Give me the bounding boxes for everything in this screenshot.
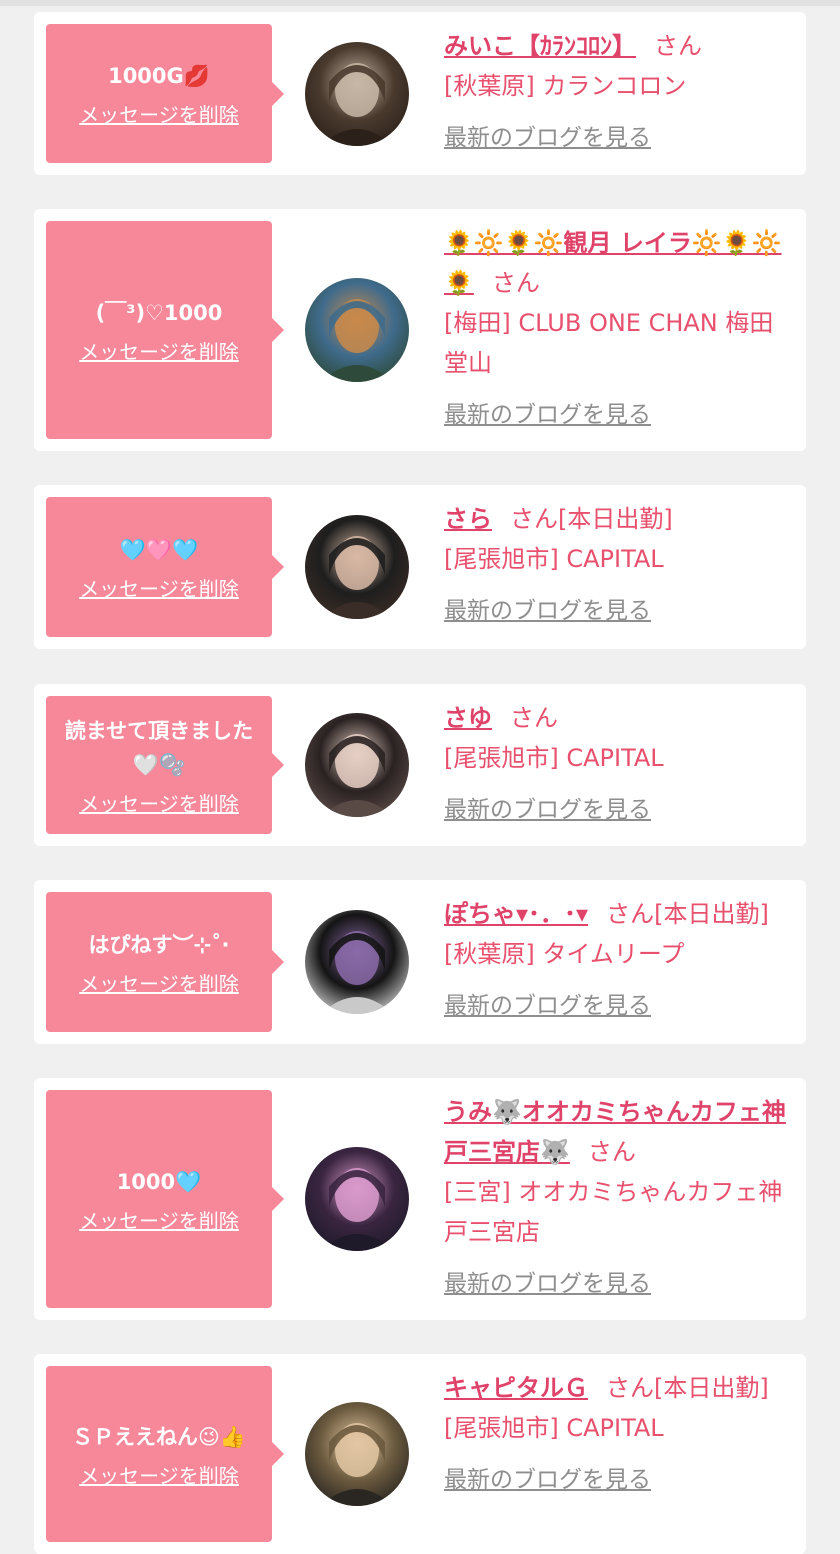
message-bubble: はぴねす︶⊹˚· メッセージを削除 — [46, 892, 284, 1032]
avatar-image — [305, 910, 409, 1014]
honorific: さん — [587, 1138, 636, 1166]
message-text: 🩵🩷🩵 — [119, 537, 199, 562]
delete-message-link[interactable]: メッセージを削除 — [79, 336, 239, 365]
shop-name: [三宮] オオカミちゃんカフェ神戸三宮店 — [444, 1178, 783, 1246]
message-card: 1000🩵 メッセージを削除 うみ🐺オオカミちゃんカフェ神戸三宮店🐺 さん [三… — [34, 1078, 806, 1320]
shop-name: [尾張旭市] CAPITAL — [444, 1414, 664, 1442]
avatar-image — [305, 1402, 409, 1506]
latest-blog-link[interactable]: 最新のブログを見る — [444, 395, 796, 435]
message-bubble: ＳＰええねん😉👍 メッセージを削除 — [46, 1366, 284, 1542]
top-bar — [0, 0, 840, 6]
shop-name: [梅田] CLUB ONE CHAN 梅田堂山 — [444, 309, 774, 377]
delete-message-link[interactable]: メッセージを削除 — [79, 1460, 239, 1489]
cast-info: ぽちゃ▾･．･▾ さん[本日出勤] [秋葉原] タイムリープ 最新のブログを見る — [444, 894, 796, 1026]
avatar[interactable] — [305, 1147, 409, 1251]
honorific: さん — [606, 900, 655, 928]
attendance-status: [本日出勤] — [558, 505, 673, 533]
delete-message-link[interactable]: メッセージを削除 — [79, 968, 239, 997]
shop-name: [秋葉原] カランコロン — [444, 72, 687, 100]
latest-blog-link[interactable]: 最新のブログを見る — [444, 986, 796, 1026]
message-bubble: 1000G💋 メッセージを削除 — [46, 24, 284, 163]
avatar[interactable] — [305, 515, 409, 619]
avatar-image — [305, 515, 409, 619]
cast-name-link[interactable]: さら — [444, 505, 492, 533]
avatar[interactable] — [305, 910, 409, 1014]
message-card: 🩵🩷🩵 メッセージを削除 さら さん[本日出勤] [尾張旭市] CAPITAL … — [34, 485, 806, 649]
avatar-image — [305, 713, 409, 817]
shop-name: [尾張旭市] CAPITAL — [444, 744, 664, 772]
cast-name-link[interactable]: ぽちゃ▾･．･▾ — [444, 900, 588, 928]
message-bubble: (￣³)♡1000 メッセージを削除 — [46, 221, 284, 439]
avatar[interactable] — [305, 1402, 409, 1506]
cast-name-link[interactable]: みいこ【ｶﾗﾝｺﾛﾝ】 — [444, 32, 636, 60]
message-text: (￣³)♡1000 — [95, 300, 223, 325]
message-card: 読ませて頂きました🤍🫧 メッセージを削除 さゆ さん [尾張旭市] CAPITA… — [34, 684, 806, 846]
avatar[interactable] — [305, 41, 409, 146]
cast-info: うみ🐺オオカミちゃんカフェ神戸三宮店🐺 さん [三宮] オオカミちゃんカフェ神戸三… — [444, 1092, 796, 1304]
shop-name: [尾張旭市] CAPITAL — [444, 545, 664, 573]
message-text: ＳＰええねん😉👍 — [71, 1424, 247, 1449]
cast-name-link[interactable]: さゆ — [444, 704, 492, 732]
latest-blog-link[interactable]: 最新のブログを見る — [444, 790, 796, 830]
message-text: 1000🩵 — [116, 1169, 202, 1194]
message-bubble: 読ませて頂きました🤍🫧 メッセージを削除 — [46, 696, 284, 834]
latest-blog-link[interactable]: 最新のブログを見る — [444, 1460, 796, 1500]
avatar[interactable] — [305, 278, 409, 382]
latest-blog-link[interactable]: 最新のブログを見る — [444, 1264, 796, 1304]
cast-name-link[interactable]: キャピタルＧ — [444, 1374, 588, 1402]
message-card: ＳＰええねん😉👍 メッセージを削除 キャピタルＧ さん[本日出勤] [尾張旭市]… — [34, 1354, 806, 1554]
latest-blog-link[interactable]: 最新のブログを見る — [444, 118, 796, 158]
honorific: さん — [606, 1374, 654, 1402]
message-bubble: 1000🩵 メッセージを削除 — [46, 1090, 284, 1308]
message-card: はぴねす︶⊹˚· メッセージを削除 ぽちゃ▾･．･▾ さん[本日出勤] [秋葉原… — [34, 880, 806, 1044]
honorific: さん — [491, 269, 540, 297]
delete-message-link[interactable]: メッセージを削除 — [79, 788, 239, 817]
message-text: 1000G💋 — [108, 64, 210, 88]
honorific: さん — [510, 505, 558, 533]
cast-info: さら さん[本日出勤] [尾張旭市] CAPITAL 最新のブログを見る — [444, 499, 796, 631]
message-bubble: 🩵🩷🩵 メッセージを削除 — [46, 497, 284, 637]
message-text: はぴねす︶⊹˚· — [88, 932, 230, 957]
latest-blog-link[interactable]: 最新のブログを見る — [444, 591, 796, 631]
cast-info: 🌻🔆🌻🔆観月 レイラ🔆🌻🔆🌻 さん [梅田] CLUB ONE CHAN 梅田堂山… — [444, 223, 796, 435]
attendance-status: [本日出勤] — [654, 1374, 769, 1402]
cast-info: キャピタルＧ さん[本日出勤] [尾張旭市] CAPITAL 最新のブログを見る — [444, 1368, 796, 1500]
avatar[interactable] — [305, 713, 409, 817]
message-card: 1000G💋 メッセージを削除 みいこ【ｶﾗﾝｺﾛﾝ】 さん [秋葉原] カラン… — [34, 12, 806, 175]
avatar-image — [305, 1147, 409, 1251]
cast-info: みいこ【ｶﾗﾝｺﾛﾝ】 さん [秋葉原] カランコロン 最新のブログを見る — [444, 26, 796, 158]
attendance-status: [本日出勤] — [654, 900, 769, 928]
delete-message-link[interactable]: メッセージを削除 — [79, 99, 239, 128]
message-card: (￣³)♡1000 メッセージを削除 🌻🔆🌻🔆観月 レイラ🔆🌻🔆🌻 さん [梅田… — [34, 209, 806, 451]
delete-message-link[interactable]: メッセージを削除 — [79, 1205, 239, 1234]
avatar-image — [305, 278, 409, 382]
honorific: さん — [654, 32, 702, 60]
avatar-image — [305, 41, 409, 146]
shop-name: [秋葉原] タイムリープ — [444, 940, 685, 968]
delete-message-link[interactable]: メッセージを削除 — [79, 573, 239, 602]
cast-info: さゆ さん [尾張旭市] CAPITAL 最新のブログを見る — [444, 698, 796, 830]
honorific: さん — [510, 704, 558, 732]
message-text: 読ませて頂きました🤍🫧 — [64, 718, 254, 777]
